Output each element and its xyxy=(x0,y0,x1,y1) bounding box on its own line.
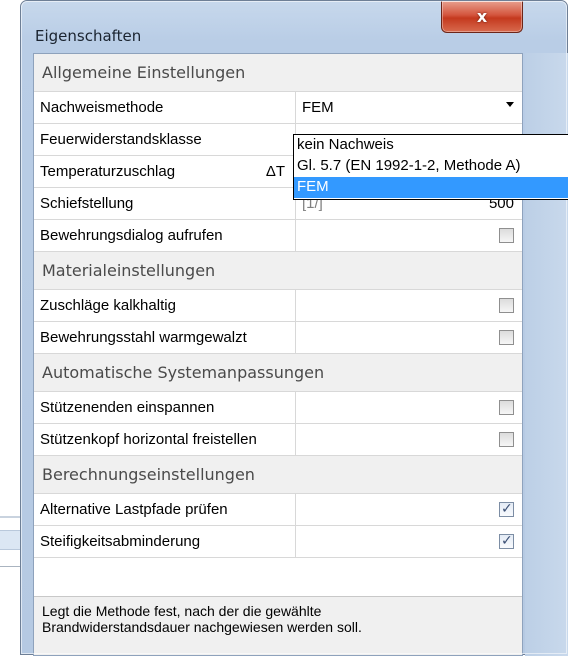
row-alt-paths[interactable]: Alternative Lastpfade prüfen ✓ xyxy=(34,494,522,526)
fire-class-label: Feuerwiderstandsklasse xyxy=(34,124,296,155)
row-method[interactable]: Nachweismethode FEM xyxy=(34,92,522,124)
description-pane: Legt die Methode fest, nach der die gewä… xyxy=(34,596,522,655)
alt-paths-cell: ✓ xyxy=(296,494,522,525)
background-application xyxy=(0,0,20,655)
row-steel[interactable]: Bewehrungsstahl warmgewalzt xyxy=(34,322,522,354)
tilt-label: Schiefstellung xyxy=(34,188,296,219)
aggregates-checkbox[interactable] xyxy=(499,298,514,313)
alt-paths-checkbox[interactable]: ✓ xyxy=(499,500,514,517)
section-calc[interactable]: Berechnungseinstellungen xyxy=(34,456,522,494)
dropdown-option-eq57[interactable]: Gl. 5.7 (EN 1992-1-2, Methode A) xyxy=(294,156,568,177)
aggregates-cell xyxy=(296,290,522,321)
steel-cell xyxy=(296,322,522,353)
aggregates-label: Zuschläge kalkhaltig xyxy=(34,290,296,321)
steel-checkbox[interactable] xyxy=(499,330,514,345)
properties-window: Eigenschaften x Allgemeine Einstellungen… xyxy=(20,0,568,656)
chevron-down-icon[interactable] xyxy=(506,102,514,107)
method-dropdown-list[interactable]: kein Nachweis Gl. 5.7 (EN 1992-1-2, Meth… xyxy=(293,134,568,200)
close-icon: x xyxy=(476,7,488,26)
clamp-label: Stützenenden einspannen xyxy=(34,392,296,423)
background-selected-row xyxy=(0,530,20,550)
release-cell xyxy=(296,424,522,455)
row-stiffness[interactable]: Steifigkeitsabminderung ✓ xyxy=(34,526,522,558)
release-label: Stützenkopf horizontal freistellen xyxy=(34,424,296,455)
temperature-label: Temperaturzuschlag ΔT xyxy=(34,156,296,187)
description-line-2: Brandwiderstandsdauer nachgewiesen werde… xyxy=(42,619,362,635)
row-aggregates[interactable]: Zuschläge kalkhaltig xyxy=(34,290,522,322)
stiffness-cell: ✓ xyxy=(296,526,522,557)
background-divider xyxy=(0,516,20,518)
temperature-label-text: Temperaturzuschlag xyxy=(40,163,176,180)
row-clamp[interactable]: Stützenenden einspannen xyxy=(34,392,522,424)
method-combobox[interactable]: FEM xyxy=(296,92,522,123)
method-label: Nachweismethode xyxy=(34,92,296,123)
reinforcement-dialog-label: Bewehrungsdialog aufrufen xyxy=(34,220,296,251)
row-reinforcement-dialog[interactable]: Bewehrungsdialog aufrufen xyxy=(34,220,522,252)
section-general[interactable]: Allgemeine Einstellungen xyxy=(34,54,522,92)
reinforcement-dialog-cell xyxy=(296,220,522,251)
dropdown-option-none[interactable]: kein Nachweis xyxy=(294,135,568,156)
release-checkbox[interactable] xyxy=(499,432,514,447)
clamp-checkbox[interactable] xyxy=(499,400,514,415)
stiffness-checkbox[interactable]: ✓ xyxy=(499,532,514,549)
checkmark-icon: ✓ xyxy=(501,500,513,516)
section-material[interactable]: Materialeinstellungen xyxy=(34,252,522,290)
description-line-1: Legt die Methode fest, nach der die gewä… xyxy=(42,603,322,619)
steel-label: Bewehrungsstahl warmgewalzt xyxy=(34,322,296,353)
delta-symbol: ΔT xyxy=(265,163,285,180)
title-bar[interactable]: Eigenschaften x xyxy=(21,1,567,53)
alt-paths-label: Alternative Lastpfade prüfen xyxy=(34,494,296,525)
method-value: FEM xyxy=(302,99,334,116)
clamp-cell xyxy=(296,392,522,423)
row-release[interactable]: Stützenkopf horizontal freistellen xyxy=(34,424,522,456)
reinforcement-dialog-checkbox[interactable] xyxy=(499,228,514,243)
dropdown-option-fem[interactable]: FEM xyxy=(294,177,568,198)
close-button[interactable]: x xyxy=(441,1,523,33)
stiffness-label: Steifigkeitsabminderung xyxy=(34,526,296,557)
checkmark-icon: ✓ xyxy=(501,532,513,548)
window-title: Eigenschaften xyxy=(35,27,142,45)
background-divider xyxy=(0,566,20,567)
section-auto[interactable]: Automatische Systemanpassungen xyxy=(34,354,522,392)
